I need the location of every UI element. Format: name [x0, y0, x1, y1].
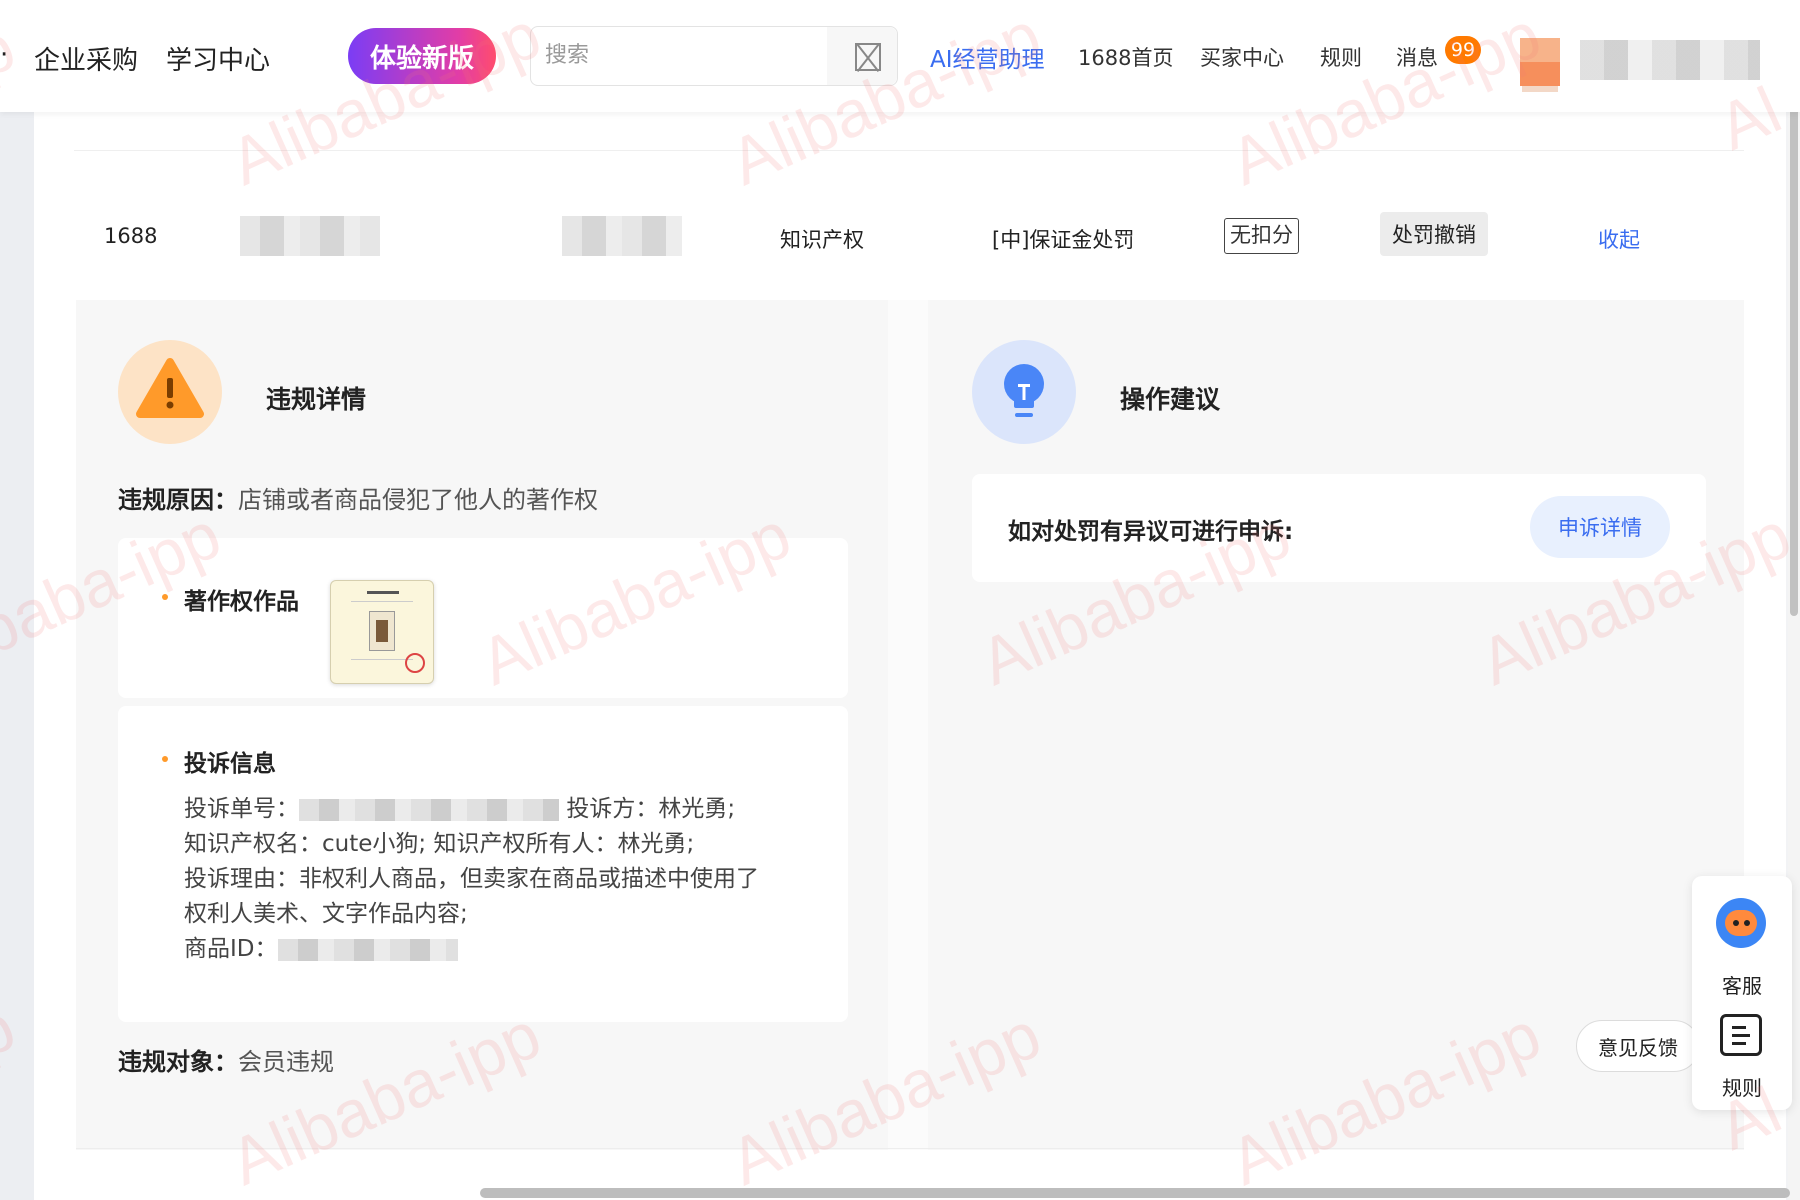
- complainant-label: 投诉方：: [566, 796, 659, 822]
- violation-reason-label: 违规原因：: [118, 486, 238, 514]
- violation-object-label: 违规对象：: [118, 1048, 238, 1076]
- lightbulb-icon: [972, 340, 1076, 444]
- messages-link[interactable]: 消息: [1396, 42, 1438, 72]
- penalty-type-cell: [中]保证金处罚: [992, 228, 1135, 252]
- feedback-button[interactable]: 意见反馈: [1576, 1020, 1700, 1072]
- column-divider: [888, 300, 928, 1150]
- blurred-field: [562, 216, 682, 256]
- complaint-no-label: 投诉单号：: [184, 796, 299, 822]
- horizontal-scrollbar[interactable]: [480, 1188, 1790, 1198]
- search-button[interactable]: [827, 27, 897, 85]
- complaint-reason-line1: 非权利人商品，但卖家在商品或描述中使用了: [299, 866, 759, 892]
- platform-cell: 1688: [104, 224, 158, 248]
- customer-service-icon[interactable]: [1716, 898, 1766, 948]
- divider: [76, 1148, 1744, 1149]
- nav-enterprise-purchase[interactable]: 企业采购: [34, 40, 138, 77]
- ai-assistant-link[interactable]: AI经营助理: [930, 40, 1045, 74]
- customer-service-label[interactable]: 客服: [1692, 970, 1792, 999]
- score-tag: 无扣分: [1224, 218, 1299, 254]
- penalty-record-row: 1688 知识产权 [中]保证金处罚 无扣分 处罚撤销 收起: [34, 202, 1786, 272]
- complaint-info-card: 投诉信息 投诉单号： 投诉方：林光勇; 知识产权名：cute小狗; 知识产权所有…: [118, 706, 848, 1022]
- warning-icon: [118, 340, 222, 444]
- complainant-value: 林光勇;: [658, 796, 736, 822]
- copyright-certificate-thumbnail[interactable]: [330, 580, 434, 684]
- ip-owner-label: 知识产权所有人：: [433, 831, 618, 857]
- copyright-work-card: 著作权作品: [118, 538, 848, 698]
- complaint-details: 投诉单号： 投诉方：林光勇; 知识产权名：cute小狗; 知识产权所有人：林光勇…: [184, 792, 804, 967]
- bullet-icon: [162, 594, 168, 600]
- divider: [74, 150, 1744, 151]
- complaint-info-heading: 投诉信息: [184, 751, 276, 777]
- appeal-details-button[interactable]: 申诉详情: [1530, 496, 1670, 558]
- username-blurred[interactable]: [1580, 40, 1760, 80]
- complaint-reason-label: 投诉理由：: [184, 866, 299, 892]
- blurred-product-id: [277, 938, 458, 961]
- detail-panel: 违规详情 违规原因：店铺或者商品侵犯了他人的著作权 著作权作品 投诉信息 投诉单…: [76, 300, 1744, 1150]
- main-content: 1688 知识产权 [中]保证金处罚 无扣分 处罚撤销 收起 违规详情 违规原因…: [34, 112, 1786, 1200]
- search-box: [530, 26, 898, 86]
- rules-label[interactable]: 规则: [1692, 1072, 1792, 1101]
- category-cell: 知识产权: [780, 228, 864, 252]
- violation-object: 违规对象：会员违规: [118, 1042, 334, 1077]
- buyer-center-link[interactable]: 买家中心: [1200, 42, 1284, 72]
- floating-service-panel: 客服 规则: [1692, 876, 1792, 1110]
- violation-details-title: 违规详情: [266, 385, 367, 414]
- top-header: · 企业采购 学习中心 体验新版 AI经营助理 1688首页 买家中心 规则 消…: [0, 0, 1800, 112]
- appeal-prompt: 如对处罚有异议可进行申诉:: [1008, 519, 1294, 545]
- truncated-nav-link[interactable]: ·: [0, 40, 10, 70]
- rules-link[interactable]: 规则: [1320, 42, 1362, 72]
- status-badge: 处罚撤销: [1380, 212, 1488, 256]
- blurred-field: [240, 216, 380, 256]
- appeal-card: 如对处罚有异议可进行申诉: 申诉详情: [972, 474, 1706, 582]
- left-sidebar-edge: [0, 112, 34, 1200]
- try-new-version-button[interactable]: 体验新版: [348, 28, 496, 84]
- ip-name-value: cute小狗;: [322, 831, 427, 857]
- home-1688-link[interactable]: 1688首页: [1078, 42, 1173, 72]
- search-input[interactable]: [545, 37, 805, 73]
- violation-object-value: 会员违规: [238, 1048, 334, 1076]
- copyright-work-heading: 著作权作品: [184, 589, 299, 615]
- collapse-link[interactable]: 收起: [1598, 224, 1640, 254]
- rules-document-icon[interactable]: [1720, 1014, 1762, 1056]
- avatar[interactable]: [1520, 38, 1560, 92]
- bullet-icon: [162, 756, 168, 762]
- ip-owner-value: 林光勇;: [617, 831, 695, 857]
- seal-icon: [405, 653, 425, 673]
- complaint-reason-line2: 权利人美术、文字作品内容;: [184, 901, 468, 927]
- nav-learning-center[interactable]: 学习中心: [166, 40, 270, 77]
- product-id-label: 商品ID：: [184, 936, 278, 962]
- violation-reason: 违规原因：店铺或者商品侵犯了他人的著作权: [118, 480, 598, 515]
- operation-suggestions-title: 操作建议: [1120, 385, 1221, 414]
- broken-image-icon: [855, 43, 881, 71]
- ip-name-label: 知识产权名：: [184, 831, 322, 857]
- blurred-complaint-no: [299, 798, 559, 821]
- message-count-badge: 99: [1445, 36, 1481, 64]
- violation-reason-value: 店铺或者商品侵犯了他人的著作权: [238, 486, 598, 514]
